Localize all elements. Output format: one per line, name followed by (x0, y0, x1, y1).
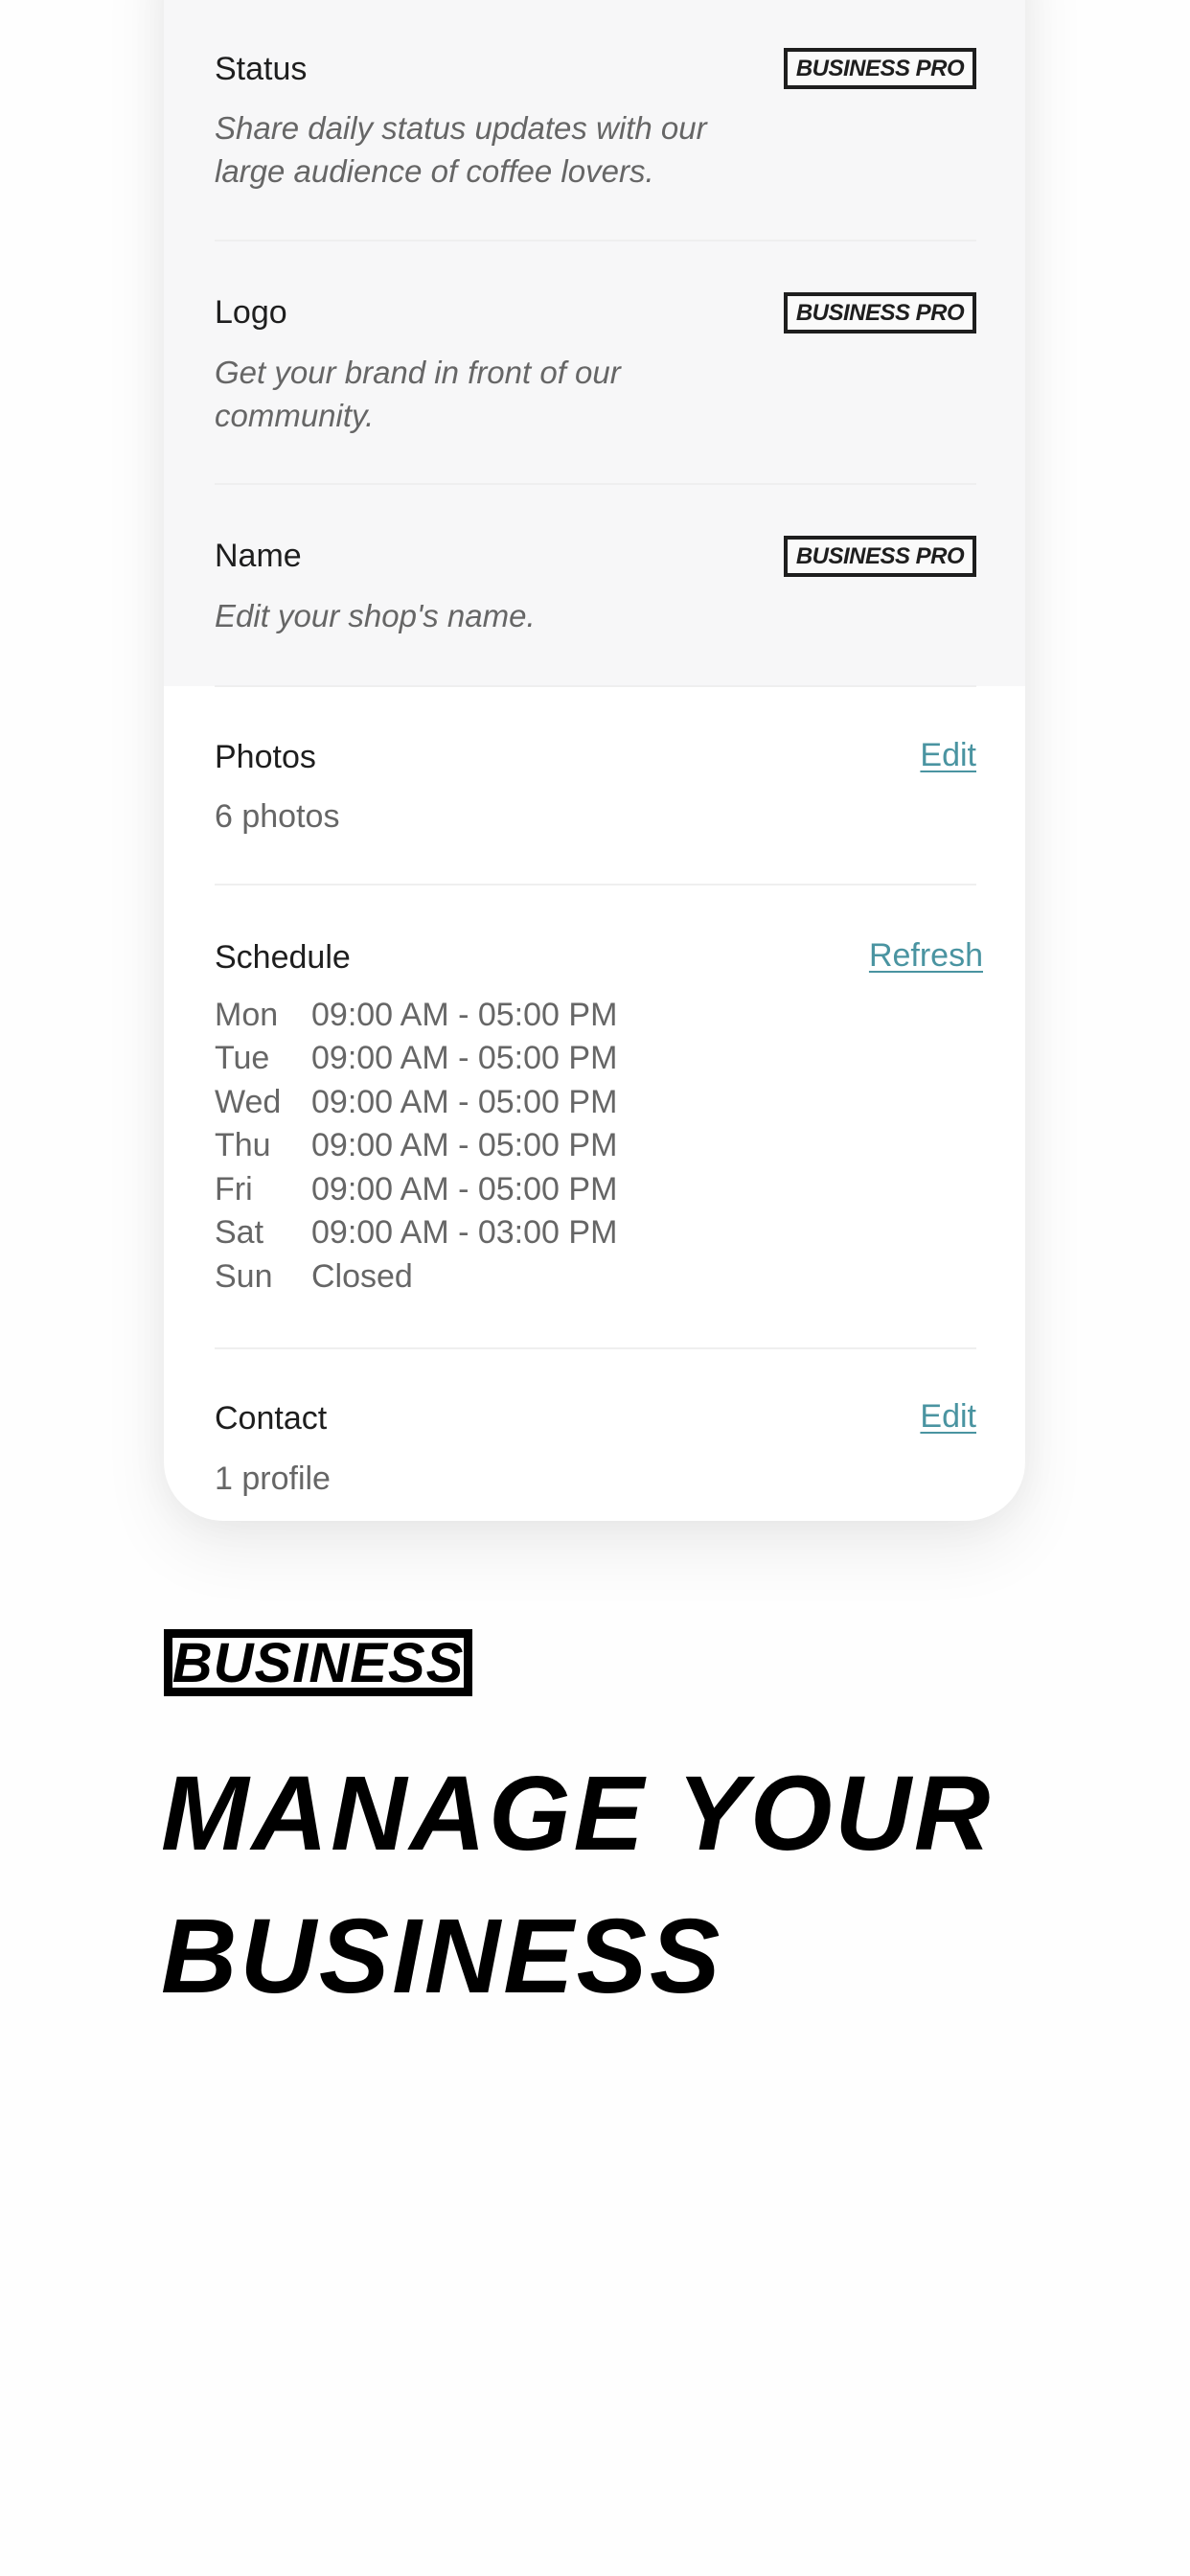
schedule-day: Tue (215, 1040, 270, 1076)
schedule-day: Fri (215, 1171, 253, 1208)
divider (215, 240, 976, 242)
divider (215, 685, 976, 687)
schedule-day: Thu (215, 1127, 271, 1163)
divider (215, 1347, 976, 1349)
schedule-row: Thu 09:00 AM - 05:00 PM (215, 1123, 617, 1167)
status-description-line-2: large audience of coffee lovers. (215, 153, 654, 189)
schedule-hours: 09:00 AM - 05:00 PM (311, 1084, 618, 1120)
schedule-day: Sat (215, 1214, 264, 1251)
schedule-day: Sun (215, 1258, 273, 1295)
schedule-row: Wed 09:00 AM - 05:00 PM (215, 1080, 617, 1124)
logo-description-line-1: Get your brand in front of our (215, 355, 621, 390)
divider (215, 483, 976, 485)
photos-title: Photos (215, 739, 316, 775)
headline: MANAGE YOUR BUSINESS (161, 1742, 993, 2028)
contact-title: Contact (215, 1400, 328, 1437)
name-description: Edit your shop's name. (215, 598, 536, 633)
schedule-hours: Closed (311, 1258, 413, 1295)
headline-line-1: MANAGE YOUR (161, 1755, 994, 1873)
logo-title: Logo (215, 294, 287, 331)
schedule-day: Wed (215, 1084, 282, 1120)
schedule-row: Sun Closed (215, 1254, 413, 1299)
divider (215, 884, 976, 886)
schedule-title: Schedule (215, 939, 351, 976)
schedule-hours: 09:00 AM - 05:00 PM (311, 1171, 618, 1208)
schedule-hours: 09:00 AM - 05:00 PM (311, 1040, 618, 1076)
schedule-hours: 09:00 AM - 05:00 PM (311, 1127, 618, 1163)
schedule-hours: 09:00 AM - 05:00 PM (311, 997, 618, 1033)
status-description-line-1: Share daily status updates with our (215, 110, 707, 146)
photos-count: 6 photos (215, 798, 340, 835)
schedule-row: Fri 09:00 AM - 05:00 PM (215, 1167, 617, 1211)
schedule-row: Mon 09:00 AM - 05:00 PM (215, 993, 617, 1037)
business-settings-card: Status BUSINESS PRO Share daily status u… (164, 0, 1025, 1521)
schedule-hours: 09:00 AM - 03:00 PM (311, 1214, 618, 1251)
contact-profile-count: 1 profile (215, 1460, 331, 1497)
headline-line-2: BUSINESS (161, 1898, 723, 2015)
schedule-refresh-link[interactable]: Refresh (869, 936, 983, 975)
business-pro-badge: BUSINESS PRO (784, 536, 976, 577)
business-pro-badge: BUSINESS PRO (784, 292, 976, 334)
schedule-row: Sat 09:00 AM - 03:00 PM (215, 1210, 617, 1254)
pro-features-area (164, 0, 1025, 686)
business-badge: BUSINESS (164, 1629, 472, 1696)
name-title: Name (215, 538, 302, 574)
schedule-day: Mon (215, 997, 279, 1033)
contact-edit-link[interactable]: Edit (920, 1397, 976, 1436)
schedule-row: Tue 09:00 AM - 05:00 PM (215, 1036, 617, 1080)
photos-edit-link[interactable]: Edit (920, 736, 976, 774)
status-title: Status (215, 51, 308, 87)
business-pro-badge: BUSINESS PRO (784, 48, 976, 89)
logo-description-line-2: community. (215, 398, 375, 433)
